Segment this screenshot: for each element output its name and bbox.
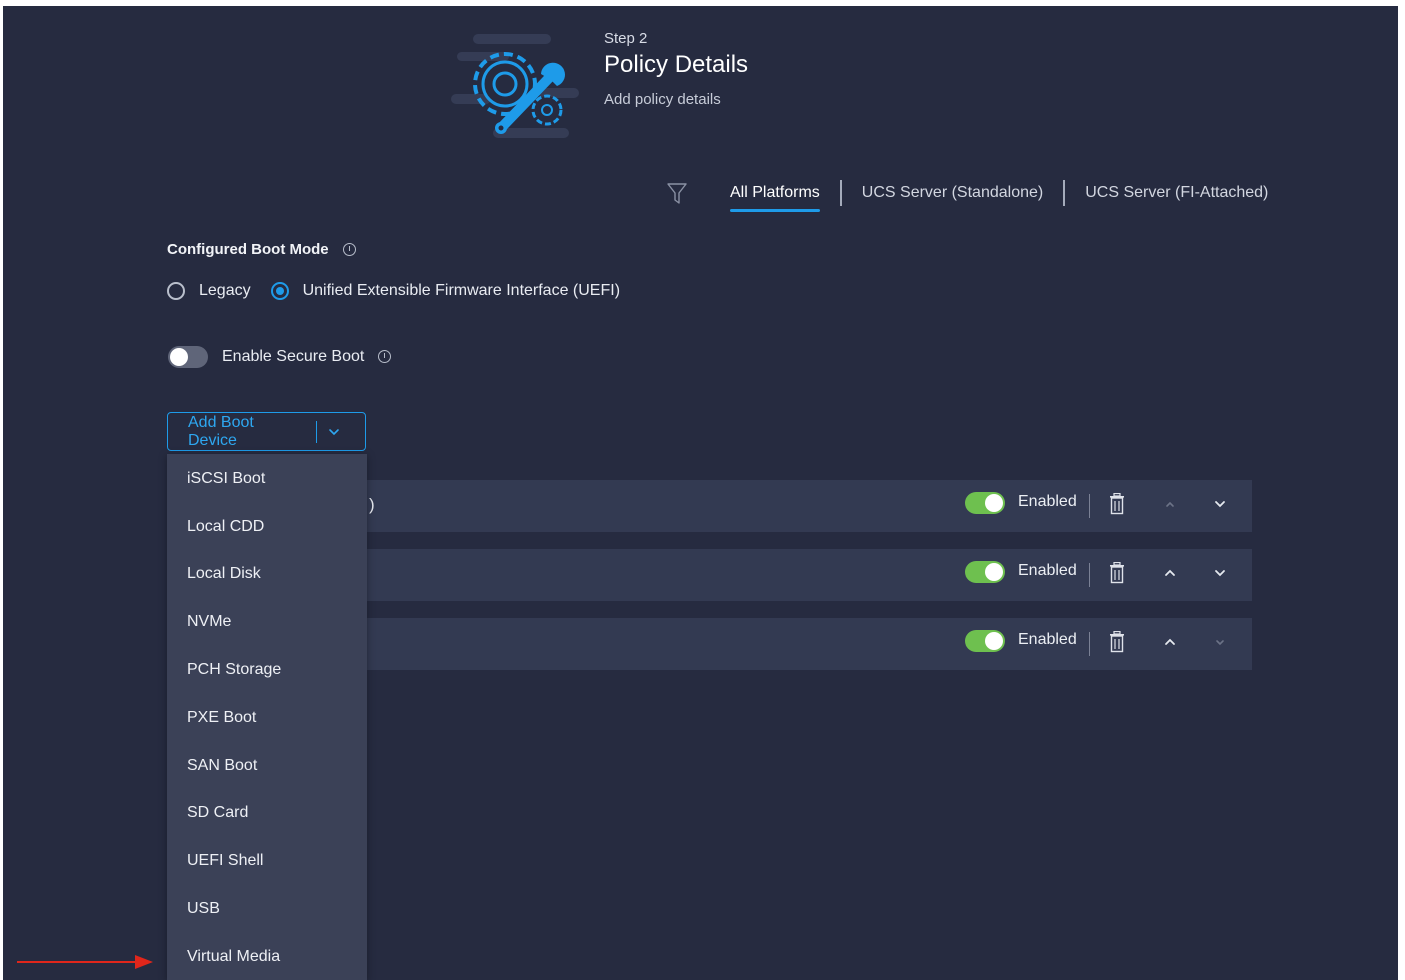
platform-tabs: All Platforms UCS Server (Standalone) UC… [730,180,1268,212]
menu-item-local-disk[interactable]: Local Disk [167,551,367,599]
boot-device-name: ) [369,495,375,514]
boot-device-row: Enabled [367,549,1252,601]
menu-item-san-boot[interactable]: SAN Boot [167,742,367,790]
row-divider [1089,494,1090,518]
secure-boot-row: Enable Secure Boot [168,346,392,368]
uefi-radio[interactable] [270,282,289,300]
chevron-up-icon[interactable] [1160,563,1180,583]
menu-item-pch-storage[interactable]: PCH Storage [167,646,367,694]
uefi-radio-label: Unified Extensible Firmware Interface (U… [302,282,621,299]
boot-device-enable-toggle[interactable] [965,630,1005,652]
boot-device-status: Enabled [1018,631,1077,648]
tab-divider [1063,180,1066,206]
boot-device-dropdown-menu: iSCSI Boot Local CDD Local Disk NVMe PCH… [167,454,367,980]
add-boot-device-button[interactable]: Add Boot Device [167,412,366,451]
trash-icon[interactable] [1109,631,1125,653]
button-divider [316,420,317,443]
menu-item-sd-card[interactable]: SD Card [167,790,367,838]
boot-device-status: Enabled [1018,562,1077,579]
step-label: Step 2 [604,30,648,47]
menu-item-virtual-media[interactable]: Virtual Media [167,933,367,980]
chevron-up-icon[interactable] [1160,494,1180,514]
chevron-down-icon[interactable] [1210,563,1230,583]
boot-device-status: Enabled [1018,493,1077,510]
page-title: Policy Details [604,51,749,78]
page-subtitle: Add policy details [604,91,721,108]
menu-item-local-cdd[interactable]: Local CDD [167,503,367,551]
legacy-radio-label: Legacy [199,282,251,299]
legacy-radio[interactable] [167,282,185,300]
tab-ucs-server-fi-attached[interactable]: UCS Server (FI-Attached) [1085,184,1268,210]
info-icon[interactable] [342,242,356,256]
boot-device-enable-toggle[interactable] [965,492,1005,514]
tab-divider [839,180,842,206]
menu-item-pxe-boot[interactable]: PXE Boot [167,694,367,742]
secure-boot-toggle[interactable] [168,346,208,368]
boot-mode-radio-group: Legacy Unified Extensible Firmware Inter… [167,282,620,300]
chevron-down-icon[interactable] [325,423,343,441]
secure-boot-label: Enable Secure Boot [222,348,365,365]
trash-icon[interactable] [1109,562,1125,584]
chevron-down-icon[interactable] [1210,494,1230,514]
boot-device-row: ) Enabled [367,480,1252,532]
annotation-arrow-icon [17,955,153,969]
boot-device-row: Enabled [367,618,1252,670]
menu-item-nvme[interactable]: NVMe [167,598,367,646]
menu-item-iscsi-boot[interactable]: iSCSI Boot [167,455,367,503]
tab-ucs-server-standalone[interactable]: UCS Server (Standalone) [862,184,1043,210]
tab-all-platforms[interactable]: All Platforms [730,184,820,212]
info-icon[interactable] [378,349,392,363]
chevron-up-icon[interactable] [1160,632,1180,652]
row-divider [1089,563,1090,587]
row-divider [1089,632,1090,656]
filter-icon[interactable] [666,182,688,206]
menu-item-uefi-shell[interactable]: UEFI Shell [167,837,367,885]
chevron-down-icon[interactable] [1210,632,1230,652]
policy-details-page: Step 2 Policy Details Add policy details… [3,6,1398,980]
boot-device-enable-toggle[interactable] [965,561,1005,583]
gear-wrench-icon [451,34,579,138]
boot-mode-label: Configured Boot Mode [167,241,329,258]
add-boot-device-label: Add Boot Device [188,413,254,449]
boot-mode-heading: Configured Boot Mode [167,241,356,258]
trash-icon[interactable] [1109,493,1125,515]
menu-item-usb[interactable]: USB [167,885,367,933]
